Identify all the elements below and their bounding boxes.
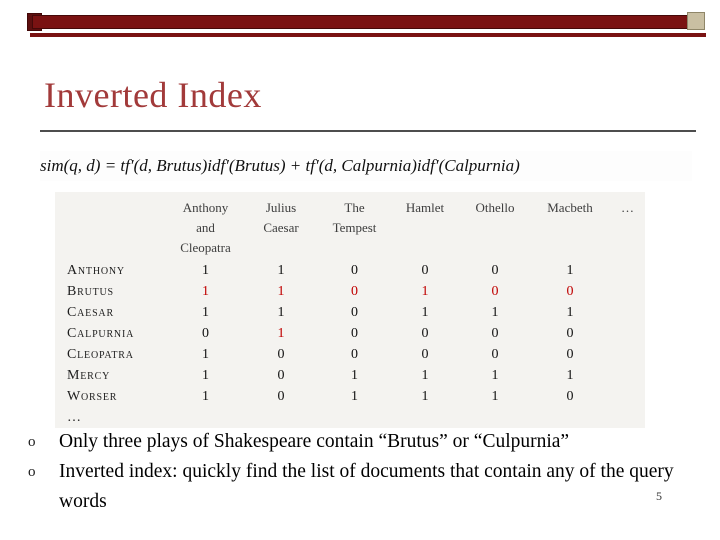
matrix-value: 0 (277, 347, 285, 362)
matrix-value: 1 (202, 389, 209, 404)
matrix-value: 1 (277, 263, 285, 278)
matrix-term: Anthony (67, 263, 125, 278)
matrix-value (390, 407, 460, 428)
matrix-value: 0 (351, 263, 358, 278)
matrix-column-header: Hamlet (405, 200, 445, 215)
matrix-value: 1 (202, 284, 209, 299)
matrix-value: 1 (566, 263, 574, 278)
bullet-text: Only three plays of Shakespeare contain … (59, 431, 570, 452)
matrix-filler (610, 344, 645, 365)
matrix-value: 0 (421, 263, 429, 278)
incidence-matrix: Anthony and Cleopatra Julius Caesar The Te… (55, 192, 645, 428)
matrix-value (243, 407, 319, 428)
matrix-value: 0 (351, 347, 358, 362)
matrix-term: … (67, 410, 82, 425)
bullet-item: o Inverted index: quickly find the list o… (28, 457, 696, 517)
matrix-value: 0 (351, 326, 358, 341)
matrix-value: 0 (351, 284, 358, 299)
matrix-value: 0 (421, 326, 429, 341)
matrix-value: 1 (202, 263, 209, 278)
matrix-filler (610, 302, 645, 323)
matrix-column-header: The Tempest (332, 200, 377, 236)
matrix-value (460, 407, 530, 428)
matrix-value: 0 (277, 368, 285, 383)
matrix-value: 1 (351, 389, 358, 404)
matrix-value: 1 (277, 305, 285, 320)
matrix-value: 1 (566, 305, 574, 320)
matrix-value: 0 (491, 326, 499, 341)
matrix-value: 0 (491, 263, 499, 278)
matrix-column-header: Macbeth (547, 200, 593, 215)
matrix-value: 1 (421, 389, 429, 404)
matrix-value: 1 (202, 305, 209, 320)
matrix-value: 0 (351, 305, 358, 320)
bullet-text: Inverted index: quickly find the list of… (59, 461, 674, 512)
slide-title: Inverted Index (44, 75, 262, 115)
title-underline (40, 130, 696, 132)
matrix-value (168, 407, 243, 428)
matrix-filler (610, 365, 645, 386)
matrix-value: 0 (421, 347, 429, 362)
matrix-filler (610, 323, 645, 344)
matrix-value: 1 (202, 368, 209, 383)
matrix-value: 0 (566, 347, 574, 362)
matrix-value: 1 (491, 389, 499, 404)
matrix-column-header: Anthony and Cleopatra (180, 200, 231, 256)
bullet-marker-icon: o (28, 464, 36, 480)
matrix-value: 1 (202, 347, 209, 362)
bullet-marker-icon: o (28, 434, 36, 450)
matrix-value: 1 (351, 368, 358, 383)
matrix-term: Worser (67, 389, 118, 404)
matrix-value: 1 (421, 305, 429, 320)
matrix-column-header: Othello (475, 200, 515, 215)
matrix-value: 1 (491, 368, 499, 383)
matrix-term: Cleopatra (67, 347, 134, 362)
matrix-value: 0 (491, 284, 499, 299)
bullet-list: o Only three plays of Shakespeare contain… (28, 427, 696, 517)
top-bar-end-square (687, 12, 705, 30)
matrix-value: 1 (491, 305, 499, 320)
matrix-value: 0 (566, 284, 574, 299)
matrix-value: 0 (566, 389, 574, 404)
matrix-filler (610, 260, 645, 281)
matrix-corner (55, 192, 168, 260)
matrix-value: 1 (277, 326, 285, 341)
matrix-value: 0 (566, 326, 574, 341)
top-bar-thin (30, 33, 706, 37)
matrix-filler (610, 281, 645, 302)
matrix-term: Mercy (67, 368, 111, 383)
matrix-value (319, 407, 390, 428)
matrix-value: 0 (277, 389, 285, 404)
matrix-column-header: Julius Caesar (263, 200, 299, 236)
similarity-formula: sim(q, d) = tf′(d, Brutus)idf′(Brutus) +… (40, 151, 692, 181)
matrix-value: 0 (491, 347, 499, 362)
matrix-filler (610, 407, 645, 428)
matrix-value (530, 407, 610, 428)
matrix-term: Caesar (67, 305, 114, 320)
matrix-term: Calpurnia (67, 326, 135, 341)
matrix-filler (610, 386, 645, 407)
matrix-value: 1 (421, 284, 429, 299)
matrix-value: 1 (566, 368, 574, 383)
matrix-value: 0 (202, 326, 209, 341)
matrix-column-header: … (621, 200, 634, 215)
bullet-item: o Only three plays of Shakespeare contain… (28, 427, 696, 457)
matrix-term: Brutus (67, 284, 114, 299)
top-bar-thick (32, 15, 688, 29)
page-number: 5 (656, 489, 662, 503)
matrix-value: 1 (277, 284, 285, 299)
matrix-value: 1 (421, 368, 429, 383)
